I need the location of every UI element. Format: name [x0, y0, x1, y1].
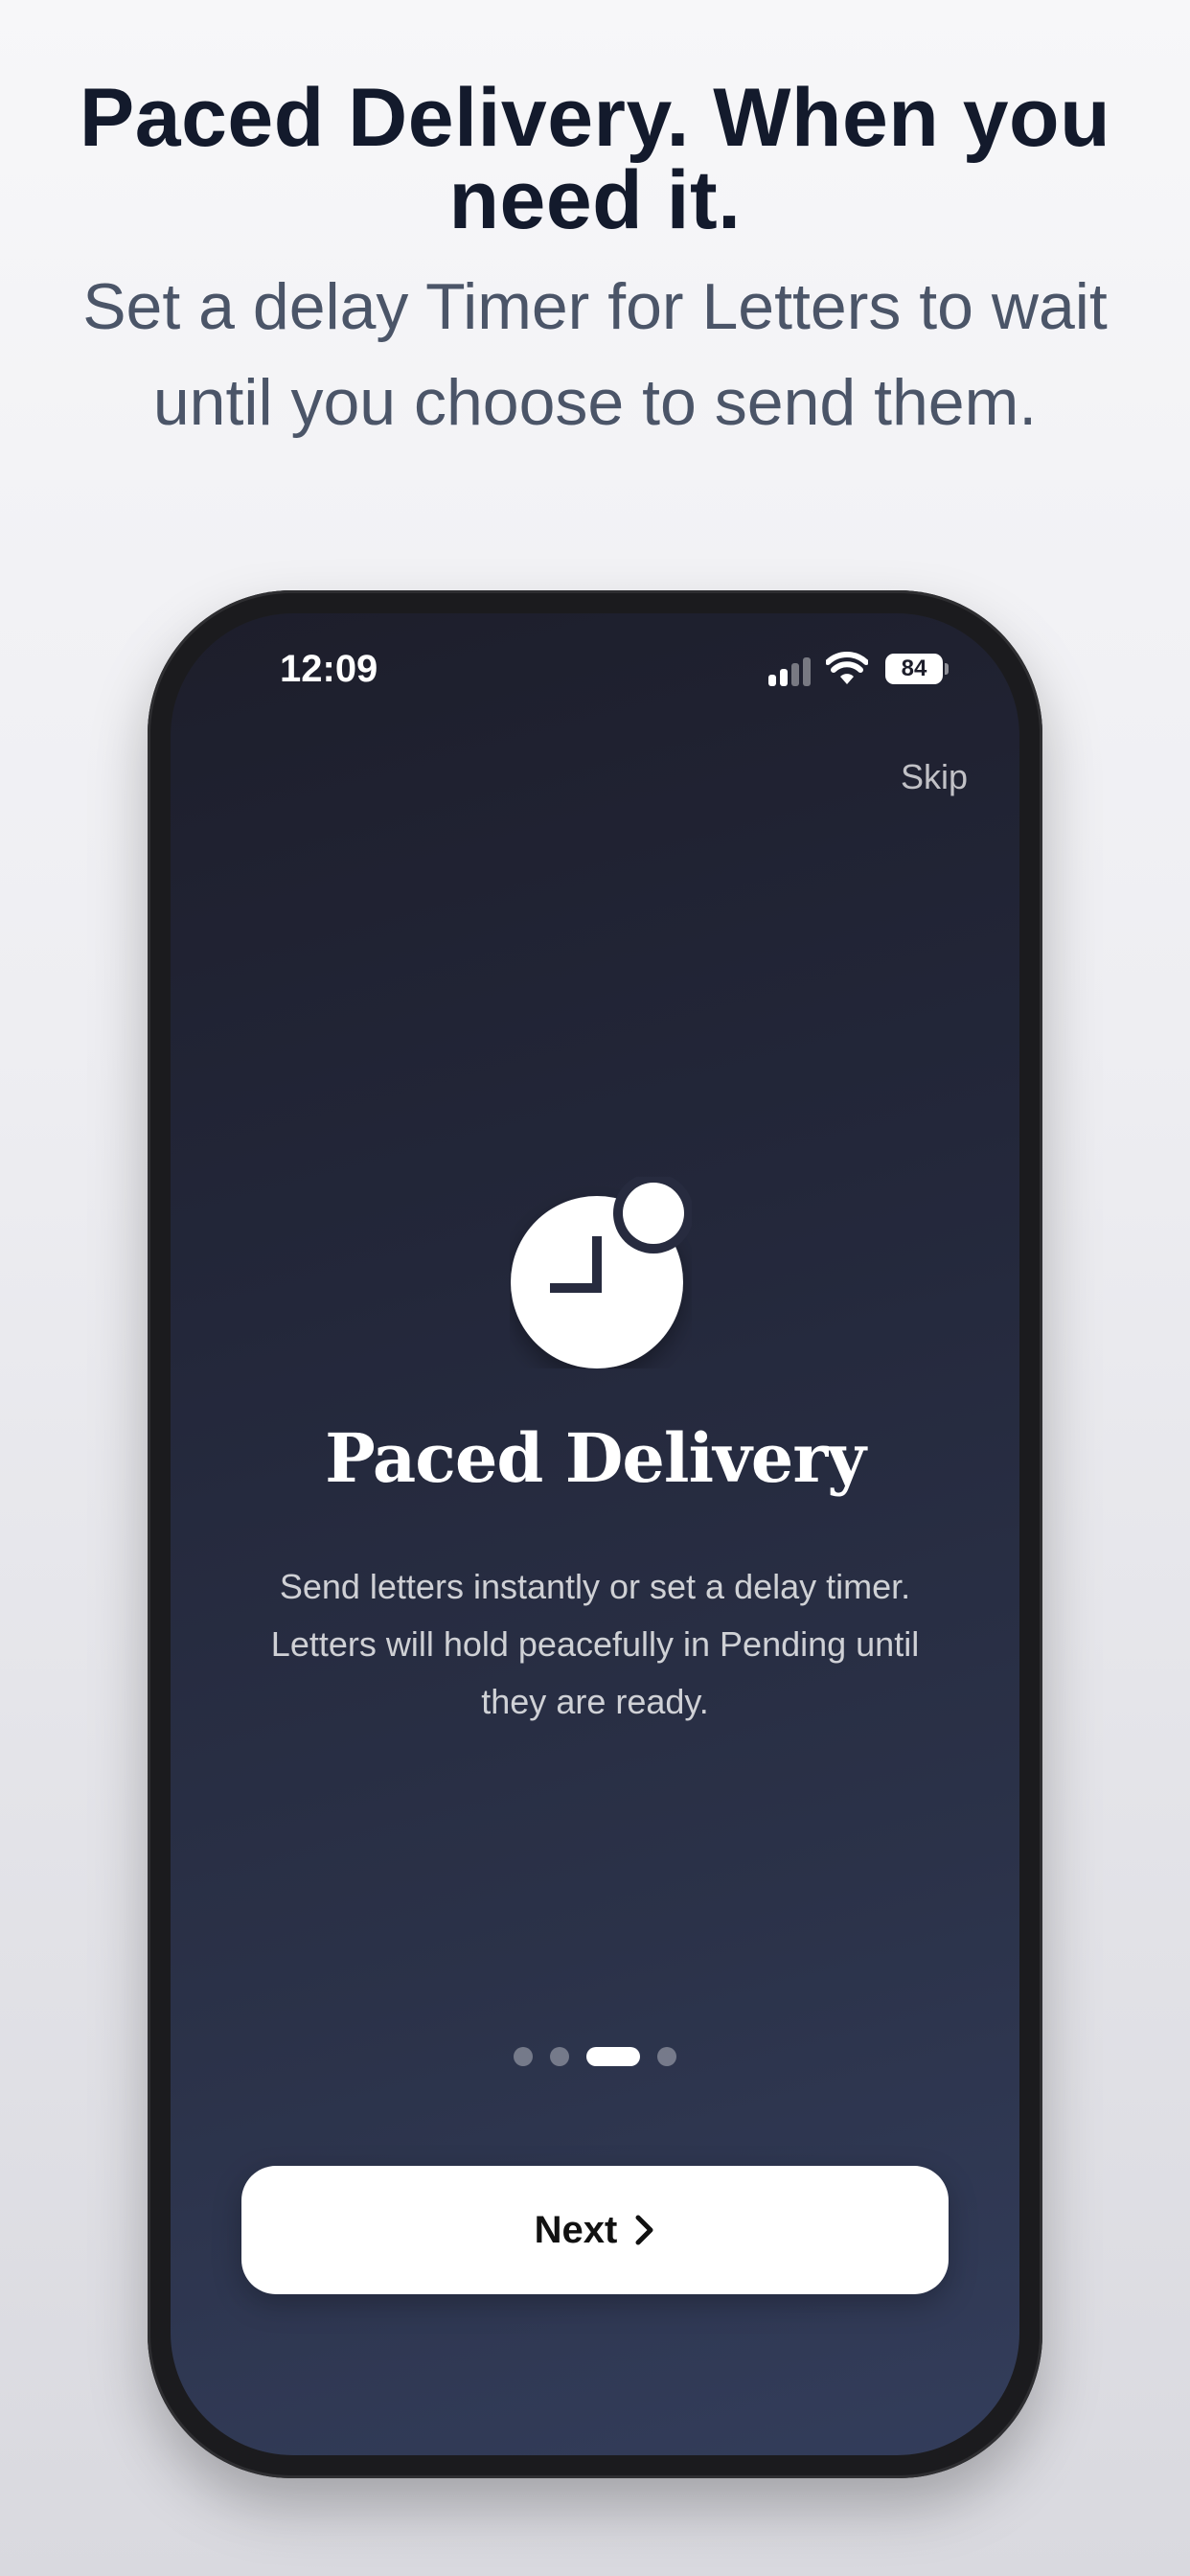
- page-dot: [550, 2047, 569, 2066]
- status-bar: 12:09 84: [171, 613, 1019, 719]
- skip-button[interactable]: Skip: [901, 757, 968, 797]
- feature-title: Paced Delivery: [325, 1418, 866, 1498]
- chevron-right-icon: [635, 2215, 653, 2245]
- page-indicator: [171, 2045, 1019, 2068]
- battery-level: 84: [885, 654, 943, 684]
- page-dot: [657, 2047, 676, 2066]
- cellular-signal-icon: [768, 657, 814, 686]
- wifi-icon: [826, 652, 868, 684]
- page-dot: [514, 2047, 533, 2066]
- promo-subtitle: Set a delay Timer for Letters to wait un…: [82, 270, 1108, 439]
- next-button[interactable]: Next: [241, 2166, 949, 2294]
- feature-description: Send letters instantly or set a delay ti…: [270, 1567, 920, 1721]
- battery-icon: 84: [885, 654, 949, 684]
- next-label: Next: [534, 2208, 618, 2251]
- phone-screen: 12:09 84 Skip Paced Delivery Send letter…: [171, 613, 1019, 2455]
- promo-header: Paced Delivery. When you need it. Set a …: [0, 67, 1190, 450]
- phone-frame: 12:09 84 Skip Paced Delivery Send letter…: [148, 590, 1042, 2478]
- clock-icon: [511, 1177, 692, 1368]
- status-time: 12:09: [280, 648, 378, 690]
- page-dot-active: [586, 2047, 640, 2066]
- promo-title: Paced Delivery. When you need it.: [79, 72, 1111, 246]
